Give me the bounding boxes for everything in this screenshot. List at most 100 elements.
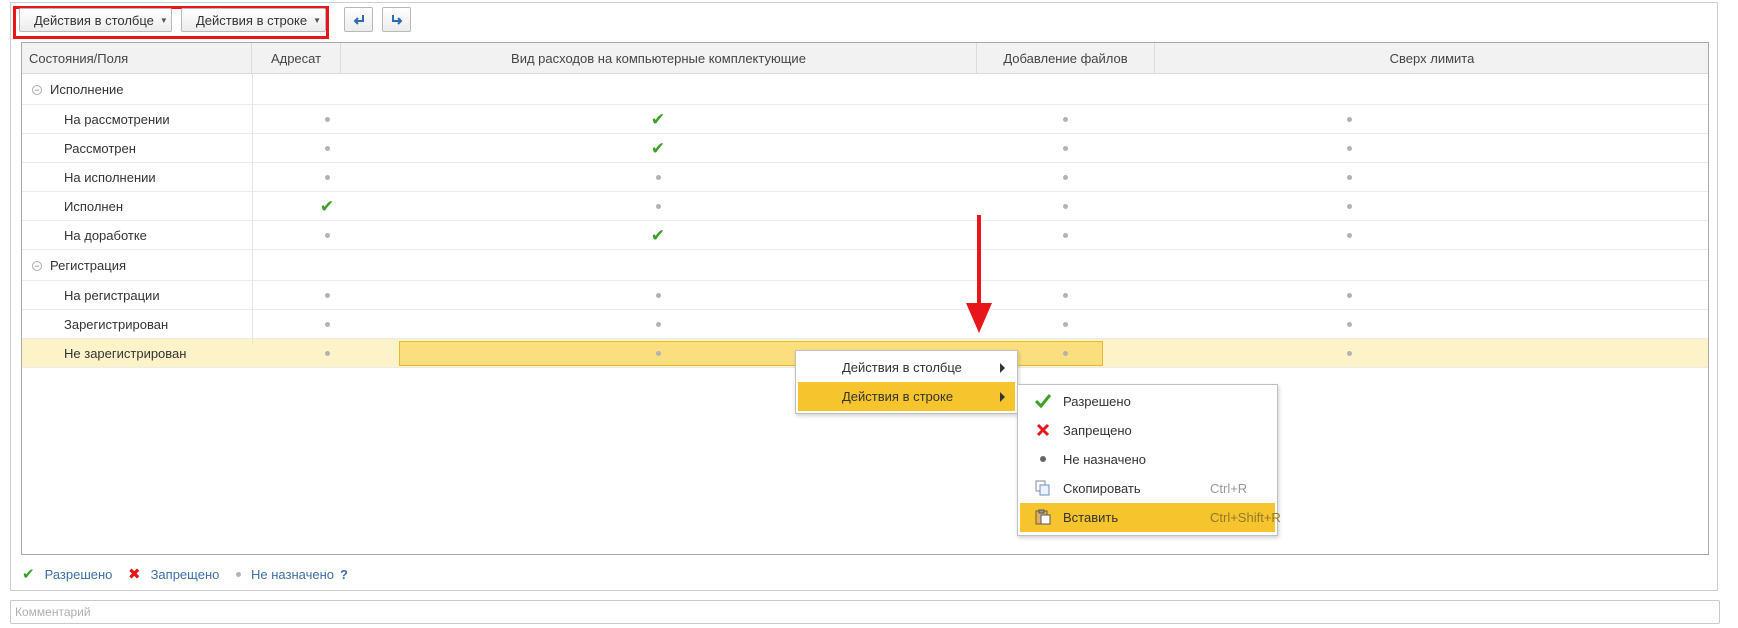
column-header-expense-type[interactable]: Вид расходов на компьютерные комплектующ…	[341, 43, 977, 74]
table-row[interactable]: На регистрации	[22, 281, 1708, 310]
column-actions-label: Действия в столбце	[34, 12, 154, 28]
group-label: − Регистрация	[32, 250, 126, 281]
menu-item-label: Запрещено	[1063, 423, 1132, 438]
permission-cell[interactable]	[307, 105, 347, 133]
permission-cell[interactable]	[638, 192, 678, 220]
legend-forbidden[interactable]: ✖ Запрещено	[128, 565, 219, 583]
permission-cell[interactable]	[1045, 310, 1085, 338]
collapse-icon[interactable]: −	[32, 260, 42, 271]
collapse-icon[interactable]: −	[32, 84, 42, 95]
annotation-arrow-icon	[966, 215, 992, 333]
check-icon: ✔	[650, 225, 666, 245]
table-row[interactable]: На исполнении	[22, 163, 1708, 192]
permission-cell[interactable]	[1329, 281, 1369, 309]
row-actions-submenu: Разрешено Запрещено Не назначено Скопиро…	[1017, 384, 1281, 536]
submenu-arrow-icon	[1000, 392, 1005, 402]
menu-item-label: Вставить	[1063, 510, 1119, 525]
dot-icon	[1062, 174, 1068, 180]
state-label: На рассмотрении	[64, 112, 170, 127]
dot-icon	[1346, 174, 1352, 180]
permission-cell[interactable]	[638, 310, 678, 338]
legend-unassigned-label: Не назначено	[251, 566, 334, 582]
column-actions-button[interactable]: Действия в столбце ▼	[19, 8, 172, 32]
menu-item-label: Действия в строке	[842, 389, 954, 404]
redo-button[interactable]	[382, 7, 411, 32]
permission-cell[interactable]	[638, 163, 678, 191]
permission-cell[interactable]	[1329, 192, 1369, 220]
table-row[interactable]: Рассмотрен ✔	[22, 134, 1708, 163]
permission-cell[interactable]	[1045, 105, 1085, 133]
group-label-text: Исполнение	[50, 82, 124, 97]
permission-cell[interactable]: ✔	[307, 192, 347, 220]
redo-icon	[391, 14, 402, 25]
permission-cell[interactable]	[1045, 339, 1085, 367]
submenu-item-copy[interactable]: Скопировать Ctrl+R	[1020, 474, 1275, 503]
dot-icon	[1346, 203, 1352, 209]
context-menu-column-actions[interactable]: Действия в столбце	[798, 353, 1015, 382]
submenu-item-forbidden[interactable]: Запрещено	[1020, 416, 1275, 445]
permission-cell[interactable]	[1045, 281, 1085, 309]
permission-cell[interactable]	[1045, 134, 1085, 162]
legend-allowed[interactable]: ✔ Разрешено	[22, 565, 112, 583]
undo-button[interactable]	[344, 7, 373, 32]
check-icon: ✔	[650, 109, 666, 129]
permission-cell[interactable]	[1045, 192, 1085, 220]
dot-icon	[1062, 232, 1068, 238]
permission-cell[interactable]	[307, 339, 347, 367]
legend-forbidden-label: Запрещено	[150, 566, 220, 582]
table-row[interactable]: На доработке ✔	[22, 221, 1708, 250]
permission-cell[interactable]	[1329, 163, 1369, 191]
permission-cell[interactable]	[307, 134, 347, 162]
permission-cell[interactable]	[307, 310, 347, 338]
dot-icon	[1062, 116, 1068, 122]
group-row[interactable]: − Исполнение	[22, 74, 1708, 105]
permission-cell[interactable]: ✔	[638, 221, 678, 249]
column-header-over-limit[interactable]: Сверх лимита	[1155, 43, 1709, 74]
comment-input[interactable]	[10, 600, 1720, 624]
menu-item-label: Разрешено	[1063, 394, 1131, 409]
submenu-item-unassigned[interactable]: Не назначено	[1020, 445, 1275, 474]
help-icon: ?	[340, 566, 348, 582]
permission-cell[interactable]	[638, 281, 678, 309]
context-menu: Действия в столбце Действия в строке	[795, 350, 1018, 414]
permission-cell[interactable]	[1329, 221, 1369, 249]
permission-cell[interactable]	[307, 281, 347, 309]
legend-allowed-label: Разрешено	[44, 566, 113, 582]
check-icon: ✔	[650, 138, 666, 158]
legend-unassigned[interactable]: Не назначено	[236, 565, 334, 583]
state-label: Рассмотрен	[64, 141, 136, 156]
dot-icon	[655, 292, 661, 298]
cross-icon: ✖	[128, 566, 141, 583]
submenu-item-paste[interactable]: Вставить Ctrl+Shift+R	[1020, 503, 1281, 532]
group-row[interactable]: − Регистрация	[22, 250, 1708, 281]
permission-cell[interactable]	[1329, 310, 1369, 338]
permission-cell[interactable]: ✔	[638, 105, 678, 133]
dot-icon	[655, 174, 661, 180]
context-menu-row-actions[interactable]: Действия в строке	[798, 382, 1015, 411]
column-header-addressee[interactable]: Адресат	[252, 43, 341, 74]
permission-cell[interactable]	[1045, 221, 1085, 249]
dot-icon	[655, 350, 661, 356]
permission-cell[interactable]: ✔	[638, 134, 678, 162]
state-label: На исполнении	[64, 170, 156, 185]
column-header-add-files[interactable]: Добавление файлов	[977, 43, 1155, 74]
submenu-item-allowed[interactable]: Разрешено	[1020, 387, 1275, 416]
permission-cell[interactable]	[638, 339, 678, 367]
row-actions-label: Действия в строке	[196, 12, 308, 28]
help-link[interactable]: ?	[340, 565, 348, 583]
table-row[interactable]: Зарегистрирован	[22, 310, 1708, 339]
permission-cell[interactable]	[307, 221, 347, 249]
permission-cell[interactable]	[307, 163, 347, 191]
table-row[interactable]: Исполнен ✔	[22, 192, 1708, 221]
dot-icon	[1062, 203, 1068, 209]
permission-cell[interactable]	[1045, 163, 1085, 191]
row-actions-button[interactable]: Действия в строке ▼	[181, 8, 326, 32]
column-header-states[interactable]: Состояния/Поля	[22, 43, 252, 74]
dot-icon	[1346, 116, 1352, 122]
permission-cell[interactable]	[1329, 339, 1369, 367]
dot-icon	[655, 203, 661, 209]
permission-cell[interactable]	[1329, 134, 1369, 162]
shortcut-label: Ctrl+Shift+R	[1210, 510, 1281, 525]
table-row[interactable]: На рассмотрении ✔	[22, 105, 1708, 134]
permission-cell[interactable]	[1329, 105, 1369, 133]
